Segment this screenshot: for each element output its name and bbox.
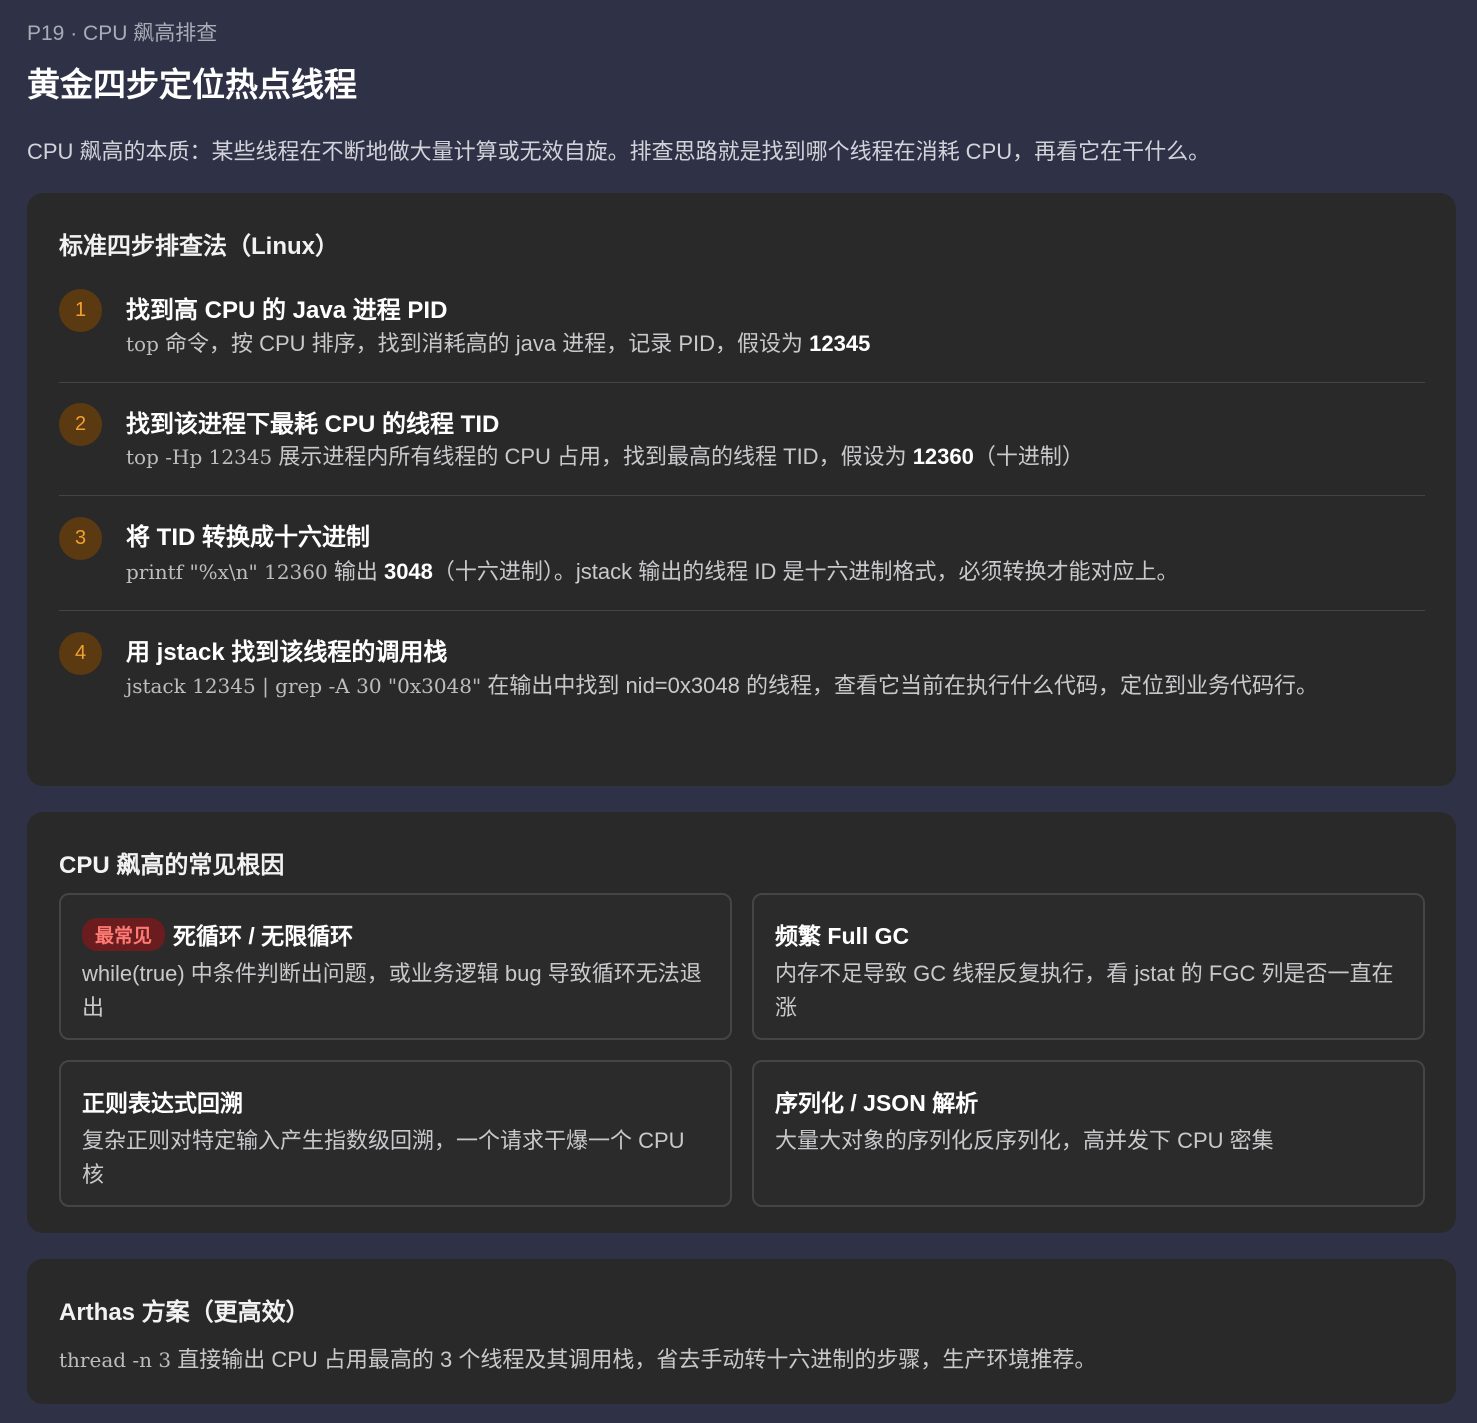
step-code: top — [126, 332, 159, 356]
cause-header: 正则表达式回溯 — [82, 1084, 243, 1118]
cause-title: 正则表达式回溯 — [82, 1090, 243, 1116]
cause-title: 序列化 / JSON 解析 — [775, 1090, 979, 1116]
cause-description: 复杂正则对特定输入产生指数级回溯，一个请求干爆一个 CPU 核 — [82, 1128, 685, 1187]
step-text: 展示进程内所有线程的 CPU 占用，找到最高的线程 TID，假设为 — [272, 444, 913, 469]
cause-header: 频繁 Full GC — [775, 917, 909, 951]
arthas-card-title: Arthas 方案（更高效） — [59, 1299, 310, 1326]
cause-description: while(true) 中条件判断出问题，或业务逻辑 bug 导致循环无法退出 — [82, 961, 702, 1020]
step-text: 输出 — [327, 559, 384, 584]
arthas-code: thread -n 3 — [59, 1348, 172, 1372]
cause-card: 正则表达式回溯 复杂正则对特定输入产生指数级回溯，一个请求干爆一个 CPU 核 — [59, 1060, 732, 1207]
cause-card: 序列化 / JSON 解析 大量大对象的序列化反序列化，高并发下 CPU 密集 — [752, 1060, 1425, 1207]
page-kicker: P19 · CPU 飙高排查 — [27, 22, 218, 45]
step-text: 命令，按 CPU 排序，找到消耗高的 java 进程，记录 PID，假设为 — [158, 331, 810, 356]
step-title: 找到高 CPU 的 Java 进程 PID — [126, 297, 448, 324]
step-description: printf "%x\n" 12360 输出 3048（十六进制）。jstack… — [126, 553, 1396, 591]
steps-card-title: 标准四步排查法（Linux） — [59, 233, 339, 260]
causes-card: CPU 飙高的常见根因 最常见 死循环 / 无限循环 while(true) 中… — [27, 812, 1456, 1233]
step-title: 用 jstack 找到该线程的调用栈 — [126, 639, 448, 666]
cause-description: 内存不足导致 GC 线程反复执行，看 jstat 的 FGC 列是否一直在涨 — [775, 961, 1394, 1020]
cause-title: 频繁 Full GC — [775, 923, 910, 949]
step-description: top -Hp 12345 展示进程内所有线程的 CPU 占用，找到最高的线程 … — [126, 438, 1396, 476]
cause-header: 序列化 / JSON 解析 — [775, 1084, 978, 1118]
step-code: printf "%x\n" 12360 — [126, 560, 328, 584]
most-common-badge: 最常见 — [82, 917, 166, 951]
step-tail: （十六进制）。jstack 输出的线程 ID 是十六进制格式，必须转换才能对应上… — [432, 559, 1179, 584]
step-text: 在输出中找到 nid=0x3048 的线程，查看它当前在执行什么代码，定位到业务… — [481, 673, 1318, 698]
step-value: 12360 — [912, 444, 974, 469]
step-title: 找到该进程下最耗 CPU 的线程 TID — [126, 411, 500, 438]
divider — [59, 382, 1425, 383]
arthas-card: Arthas 方案（更高效） thread -n 3 直接输出 CPU 占用最高… — [27, 1259, 1456, 1404]
arthas-description: thread -n 3 直接输出 CPU 占用最高的 3 个线程及其调用栈，省去… — [59, 1342, 1096, 1374]
step-value: 12345 — [809, 331, 871, 356]
step-description: top 命令，按 CPU 排序，找到消耗高的 java 进程，记录 PID，假设… — [126, 325, 1396, 363]
cause-card: 频繁 Full GC 内存不足导致 GC 线程反复执行，看 jstat 的 FG… — [752, 893, 1425, 1040]
steps-card: 标准四步排查法（Linux） 1 找到高 CPU 的 Java 进程 PID t… — [27, 193, 1456, 786]
cause-title: 死循环 / 无限循环 — [173, 923, 354, 949]
step-number-badge: 3 — [59, 517, 102, 560]
page-title: 黄金四步定位热点线程 — [27, 66, 357, 103]
step-description: jstack 12345 | grep -A 30 "0x3048" 在输出中找… — [126, 667, 1396, 705]
divider — [59, 495, 1425, 496]
cause-description: 大量大对象的序列化反序列化，高并发下 CPU 密集 — [775, 1128, 1274, 1153]
causes-card-title: CPU 飙高的常见根因 — [59, 852, 285, 879]
step-code: top -Hp 12345 — [126, 445, 273, 469]
step-number-badge: 2 — [59, 403, 102, 446]
step-title: 将 TID 转换成十六进制 — [126, 524, 370, 551]
divider — [59, 610, 1425, 611]
arthas-text: 直接输出 CPU 占用最高的 3 个线程及其调用栈，省去手动转十六进制的步骤，生… — [171, 1347, 1097, 1372]
page-intro: CPU 飙高的本质：某些线程在不断地做大量计算或无效自旋。排查思路就是找到哪个线… — [27, 139, 1211, 164]
step-number-badge: 4 — [59, 632, 102, 675]
step-code: jstack 12345 | grep -A 30 "0x3048" — [126, 674, 482, 698]
page: P19 · CPU 飙高排查 黄金四步定位热点线程 CPU 飙高的本质：某些线程… — [0, 0, 1477, 1423]
step-number-badge: 1 — [59, 289, 102, 332]
step-tail: （十进制） — [973, 444, 1084, 469]
step-value: 3048 — [383, 559, 433, 584]
cause-card: 最常见 死循环 / 无限循环 while(true) 中条件判断出问题，或业务逻… — [59, 893, 732, 1040]
cause-header: 最常见 死循环 / 无限循环 — [82, 917, 353, 951]
